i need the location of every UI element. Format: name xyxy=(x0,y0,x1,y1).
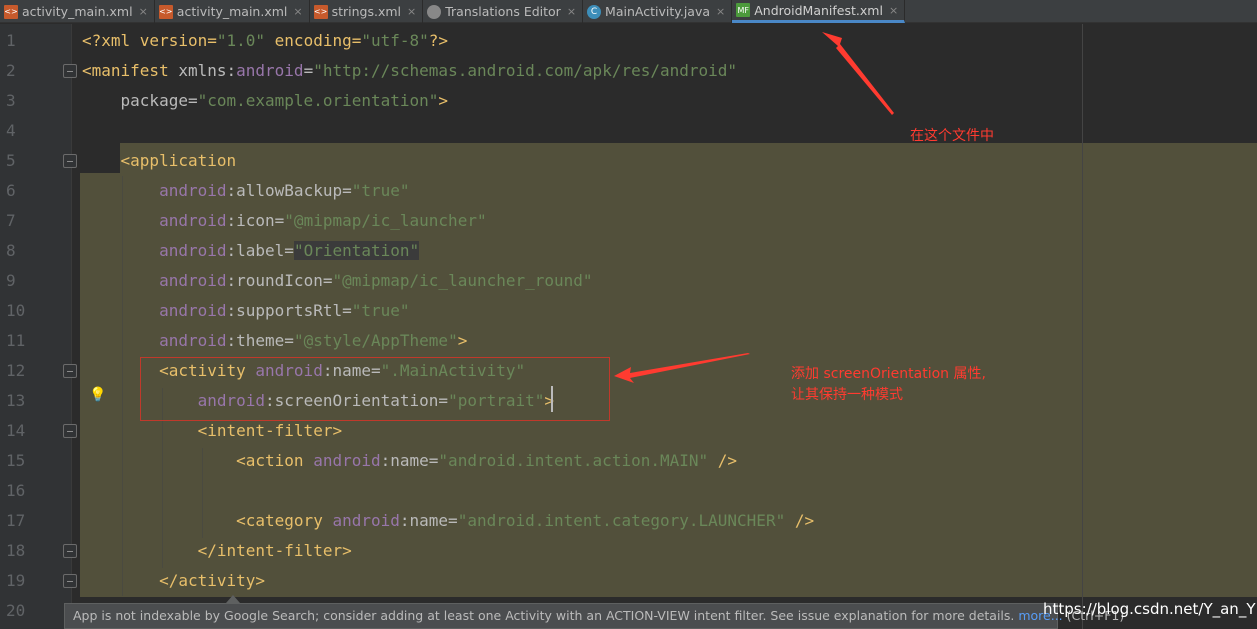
watermark: https://blog.csdn.net/Y_an_Y xyxy=(1043,600,1256,618)
inspection-tooltip: App is not indexable by Google Search; c… xyxy=(64,603,1124,629)
arrow-to-tab-icon xyxy=(822,32,894,115)
arrow-to-box-icon xyxy=(614,353,750,383)
file-note: 在这个文件中 xyxy=(910,128,994,144)
attr-note-line1: 添加 screenOrientation 属性, xyxy=(791,366,986,382)
attr-note-line2: 让其保持一种模式 xyxy=(791,387,903,403)
tooltip-message: App is not indexable by Google Search; c… xyxy=(73,608,1019,623)
tooltip-pointer xyxy=(226,595,240,603)
annotation-arrows xyxy=(614,32,894,383)
